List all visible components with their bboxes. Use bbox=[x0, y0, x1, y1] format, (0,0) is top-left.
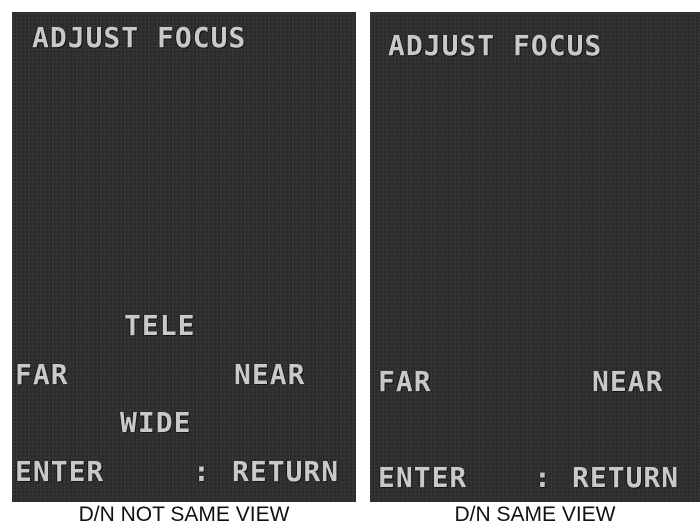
osd-title: ADJUST FOCUS bbox=[388, 29, 603, 62]
osd-far-option[interactable]: FAR bbox=[15, 361, 69, 389]
osd-tele-option[interactable]: TELE bbox=[124, 312, 195, 340]
caption-same-view: D/N SAME VIEW bbox=[454, 503, 616, 526]
osd-return-action[interactable]: RETURN bbox=[572, 464, 679, 492]
osd-screen-left: ADJUST FOCUS TELE FAR NEAR WIDE ENTER : … bbox=[12, 12, 356, 502]
osd-near-option[interactable]: NEAR bbox=[234, 361, 305, 389]
osd-separator: : bbox=[193, 455, 211, 488]
osd-enter-key[interactable]: ENTER bbox=[15, 458, 104, 486]
osd-enter-key[interactable]: ENTER bbox=[378, 464, 467, 492]
osd-near-option[interactable]: NEAR bbox=[592, 368, 663, 396]
osd-screen-right: ADJUST FOCUS FAR NEAR ENTER : RETURN bbox=[370, 12, 700, 502]
osd-far-option[interactable]: FAR bbox=[378, 368, 432, 396]
caption-not-same-view: D/N NOT SAME VIEW bbox=[78, 503, 290, 526]
osd-wide-option[interactable]: WIDE bbox=[120, 409, 191, 437]
osd-return-action[interactable]: RETURN bbox=[232, 458, 339, 486]
osd-title: ADJUST FOCUS bbox=[32, 21, 247, 54]
osd-separator: : bbox=[534, 461, 552, 494]
